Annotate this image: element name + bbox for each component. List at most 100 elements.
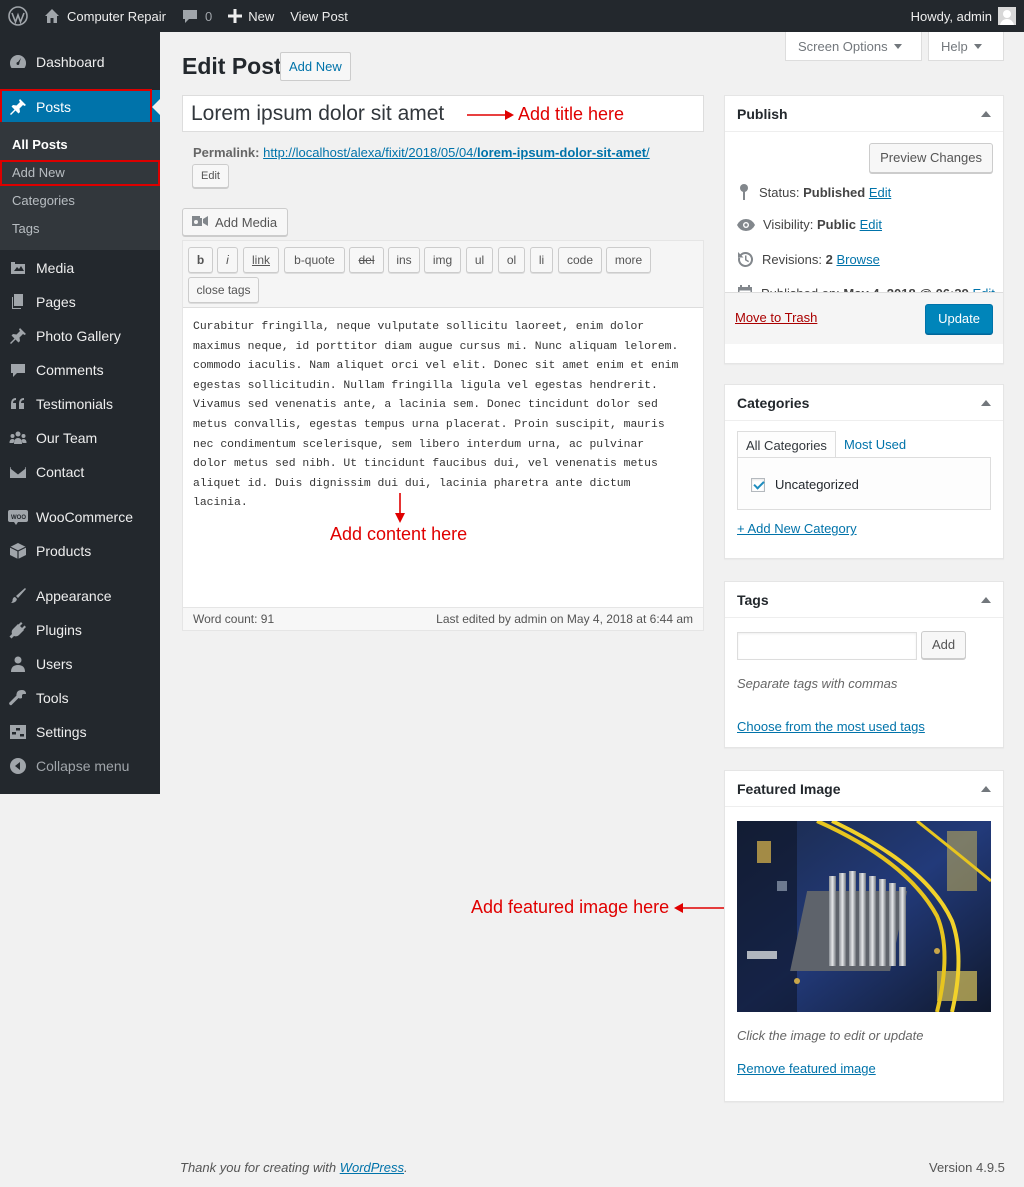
menu-plugins[interactable]: Plugins [0,613,160,647]
wordpress-link[interactable]: WordPress [340,1160,404,1175]
update-button[interactable]: Update [925,304,993,334]
edit-permalink-button[interactable]: Edit [192,164,229,188]
menu-our-team[interactable]: Our Team [0,421,160,455]
menu-label: Collapse menu [36,758,130,774]
add-media-button[interactable]: Add Media [182,208,289,236]
tab-most-used[interactable]: Most Used [836,431,914,460]
submenu-categories[interactable]: Categories [12,191,75,211]
qt-ol-button[interactable]: ol [498,247,525,273]
qt-bold-button[interactable]: b [188,247,213,273]
status-value: Published [803,184,866,200]
tags-box-header[interactable]: Tags [725,582,1003,618]
annotation-arrow-right-icon [467,110,514,120]
email-icon [0,463,36,481]
comment-bubble-icon [183,10,197,23]
menu-comments[interactable]: Comments [0,353,160,387]
category-checkbox[interactable] [751,477,765,492]
qt-code-button[interactable]: code [558,247,602,273]
screen-options-label: Screen Options [798,38,888,54]
menu-tools[interactable]: Tools [0,681,160,715]
visibility-label: Visibility: [763,217,814,232]
menu-contact[interactable]: Contact [0,455,160,489]
qt-more-button[interactable]: more [606,247,651,273]
tags-box: Tags Add Separate tags with commas Choos… [724,581,1004,748]
dashboard-icon [0,53,36,71]
add-new-button[interactable]: Add New [280,52,351,81]
highlight-posts [0,89,152,125]
preview-changes-button[interactable]: Preview Changes [869,143,993,173]
add-tag-button[interactable]: Add [921,631,967,659]
tags-title: Tags [737,591,769,608]
plugins-icon [0,621,36,639]
brush-icon [0,587,36,605]
revisions-value: 2 [825,252,833,267]
greeting: Howdy, admin [910,8,992,24]
menu-label: Photo Gallery [36,328,121,344]
qt-del-button[interactable]: del [349,247,384,273]
submenu-tags[interactable]: Tags [12,219,39,239]
toggle-up-icon[interactable] [981,399,991,406]
add-media-label: Add Media [215,214,278,230]
move-to-trash-link[interactable]: Move to Trash [735,310,817,325]
add-new-category-link[interactable]: + Add New Category [737,521,857,536]
featured-image-hint: Click the image to edit or update [737,1028,924,1043]
revisions-row: Revisions: 2 Browse [737,251,880,268]
qt-ins-button[interactable]: ins [388,247,420,273]
qt-bquote-button[interactable]: b-quote [284,247,345,273]
menu-products[interactable]: Products [0,534,160,568]
qt-link-button[interactable]: link [243,247,279,273]
qt-img-button[interactable]: img [424,247,461,273]
choose-most-used-tags-link[interactable]: Choose from the most used tags [737,719,925,734]
post-title-input[interactable] [182,95,704,132]
qt-li-button[interactable]: li [530,247,553,273]
edit-visibility-link[interactable]: Edit [860,217,882,232]
menu-appearance[interactable]: Appearance [0,579,160,613]
footer-thanks-text: Thank you for creating with [180,1160,340,1175]
menu-woocommerce[interactable]: WOO WooCommerce [0,500,160,534]
my-account[interactable]: Howdy, admin [911,7,1024,25]
toggle-up-icon[interactable] [981,785,991,792]
menu-label: Plugins [36,622,82,638]
qt-ul-button[interactable]: ul [466,247,493,273]
menu-label: Tools [36,690,69,706]
category-tabs: All Categories Most Used [737,431,914,460]
quicktags-toolbar: b i link b-quote del ins img ul ol li co… [183,241,703,308]
menu-users[interactable]: Users [0,647,160,681]
tab-all-categories[interactable]: All Categories [737,431,836,460]
publish-box-header[interactable]: Publish [725,96,1003,132]
menu-dashboard[interactable]: Dashboard [0,45,160,79]
major-publishing-actions: Move to Trash Update [725,292,1003,344]
qt-italic-button[interactable]: i [217,247,238,273]
remove-featured-image-link[interactable]: Remove featured image [737,1061,876,1076]
categories-box-header[interactable]: Categories [725,385,1003,421]
site-name-link[interactable]: Computer Repair [36,0,174,32]
menu-media[interactable]: Media [0,251,160,285]
menu-photo-gallery[interactable]: Photo Gallery [0,319,160,353]
settings-icon [0,723,36,741]
menu-collapse[interactable]: Collapse menu [0,749,160,783]
wordpress-logo-icon[interactable] [0,0,36,32]
post-content-textarea[interactable]: Curabitur fringilla, neque vulputate sol… [193,318,698,514]
menu-pages[interactable]: Pages [0,285,160,319]
featured-image-box-header[interactable]: Featured Image [725,771,1003,807]
new-content-link[interactable]: New [220,0,282,32]
toggle-up-icon[interactable] [981,596,991,603]
publish-title: Publish [737,105,788,122]
permalink-link[interactable]: http://localhost/alexa/fixit/2018/05/04/… [263,145,650,160]
submenu-all-posts[interactable]: All Posts [12,135,68,155]
screen-options-button[interactable]: Screen Options [785,32,922,61]
featured-image-thumbnail[interactable] [737,821,991,1012]
status-row: Status: Published Edit [737,183,891,201]
browse-revisions-link[interactable]: Browse [836,252,879,267]
view-post-link[interactable]: View Post [282,0,356,32]
tools-icon [0,689,36,707]
view-post-label: View Post [290,8,348,24]
toggle-up-icon[interactable] [981,110,991,117]
comments-link[interactable]: 0 [174,0,220,32]
new-tag-input[interactable] [737,632,917,660]
help-button[interactable]: Help [928,32,1004,61]
edit-status-link[interactable]: Edit [869,185,891,200]
menu-settings[interactable]: Settings [0,715,160,749]
menu-testimonials[interactable]: Testimonials [0,387,160,421]
qt-close-tags-button[interactable]: close tags [188,277,259,303]
